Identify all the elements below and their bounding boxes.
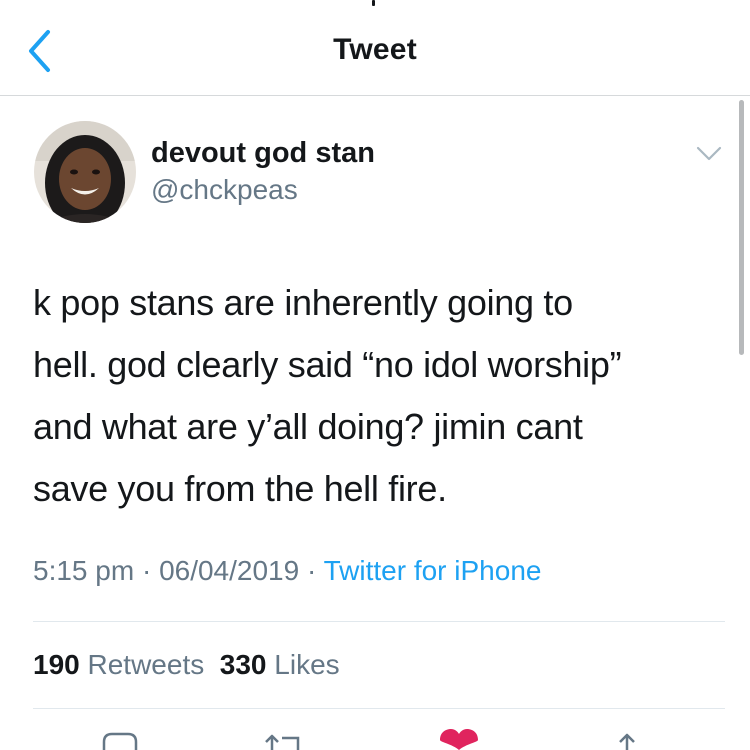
tweet-date: 06/04/2019 <box>159 555 300 586</box>
tweet-text: k pop stans are inherently going to hell… <box>33 272 713 520</box>
share-icon <box>619 733 635 750</box>
avatar-image <box>34 121 136 223</box>
share-button[interactable] <box>612 728 642 750</box>
chevron-down-icon <box>696 146 722 161</box>
meta-separator: · <box>306 555 317 586</box>
tweet-text-line: k pop stans are inherently going to <box>33 282 573 323</box>
tweet-time: 5:15 pm <box>33 555 135 586</box>
heart-icon <box>440 729 478 750</box>
reply-button[interactable] <box>100 728 140 750</box>
tweet-text-line: save you from the hell fire. <box>33 468 447 509</box>
divider <box>33 708 725 709</box>
likes-count: 330 <box>219 649 267 680</box>
tweet-text-line: and what are y’all doing? jimin cant <box>33 406 583 447</box>
likes-stat[interactable]: 330 Likes <box>220 649 340 680</box>
meta-separator: · <box>141 555 152 586</box>
tweet-metadata: 5:15 pm · 06/04/2019 · Twitter for iPhon… <box>33 555 541 587</box>
divider <box>33 621 725 622</box>
tweet-text-line: hell. god clearly said “no idol worship” <box>33 344 622 385</box>
like-button[interactable] <box>438 728 480 750</box>
more-options-button[interactable] <box>694 142 724 166</box>
retweets-count: 190 <box>33 649 80 680</box>
author-display-name[interactable]: devout god stan <box>151 137 375 170</box>
reply-icon <box>102 732 138 750</box>
avatar[interactable] <box>34 121 136 223</box>
scrollbar[interactable] <box>739 100 744 355</box>
retweets-stat[interactable]: 190 Retweets <box>33 649 204 680</box>
tweet-source-link[interactable]: Twitter for iPhone <box>324 555 542 586</box>
navigation-bar: Tweet <box>0 0 750 96</box>
retweet-button[interactable] <box>262 728 306 750</box>
retweets-label: Retweets <box>87 649 205 680</box>
likes-label: Likes <box>274 649 340 680</box>
retweet-icon <box>265 734 300 750</box>
author-handle[interactable]: @chckpeas <box>151 174 298 206</box>
engagement-stats: 190 Retweets 330 Likes <box>33 649 340 681</box>
page-title: Tweet <box>333 33 417 66</box>
